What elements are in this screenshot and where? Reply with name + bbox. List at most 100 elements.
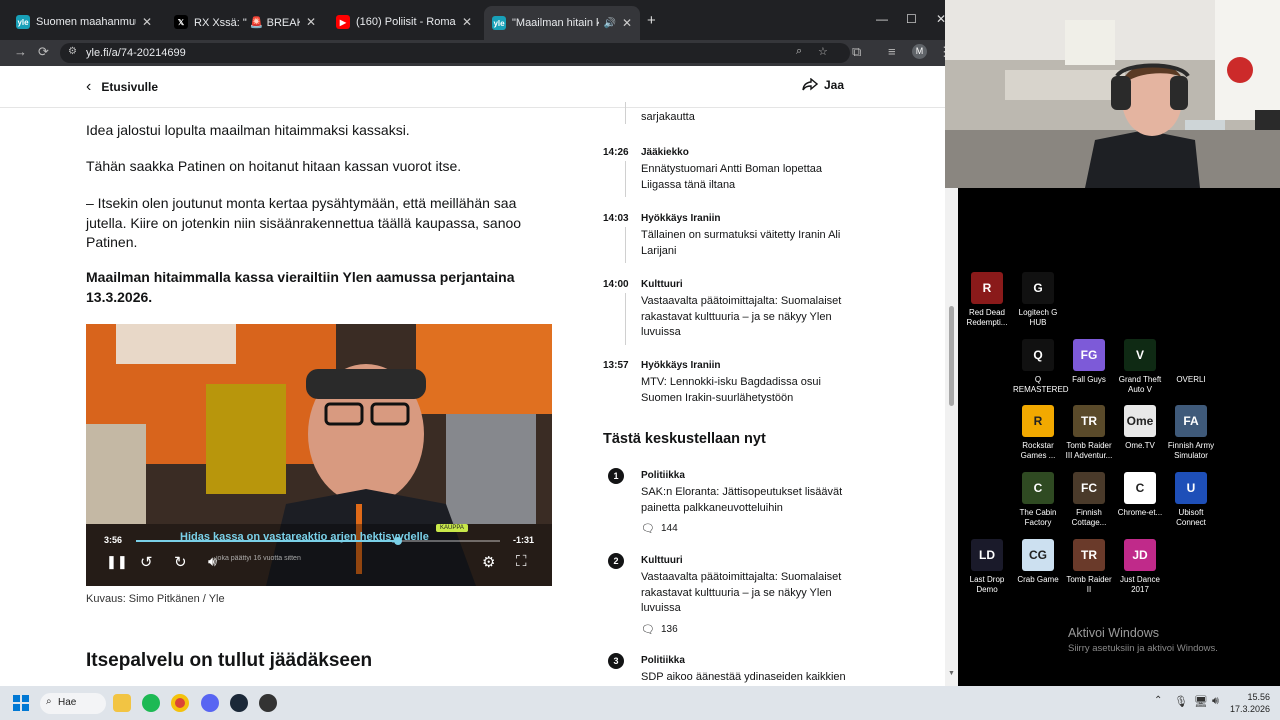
url-text: yle.fi/a/74-20214699	[86, 47, 186, 59]
minimize-icon[interactable]: —	[876, 12, 888, 26]
back-to-front-page-link[interactable]: ‹ Etusivulle	[86, 78, 158, 96]
feed-item[interactable]: 13:57 Hyökkäys Iraniin MTV: Lennokki-isk…	[603, 360, 853, 410]
desktop-shortcut[interactable]: G Logitech G HUB	[1013, 272, 1063, 328]
audio-playing-icon[interactable]: 🔊	[603, 18, 615, 29]
windows-start-icon[interactable]	[13, 695, 29, 711]
app-icon[interactable]	[259, 694, 277, 712]
app-shortcut-icon: Ome	[1124, 405, 1156, 437]
desktop-shortcut[interactable]: CG Crab Game	[1013, 539, 1063, 585]
comment-count: 🗨︎ 136	[641, 623, 678, 636]
desktop-shortcut[interactable]: Ome Ome.TV	[1115, 405, 1165, 451]
desktop-shortcut-label: Logitech G HUB	[1018, 308, 1058, 327]
profile-avatar[interactable]: M	[912, 44, 927, 59]
desktop-shortcut[interactable]: R Red Dead Redempti...	[962, 272, 1012, 328]
desktop-shortcut[interactable]: V Grand Theft Auto V	[1115, 339, 1165, 395]
discussion-item[interactable]: 1 Politiikka SAK:n Eloranta: Jättisopeut…	[603, 468, 853, 538]
feed-item-time: 13:57	[603, 360, 629, 371]
desktop-shortcut[interactable]: FC Finnish Cottage...	[1064, 472, 1114, 528]
discussion-item[interactable]: 2 Kulttuuri Vastaavalta päätoimittajalta…	[603, 553, 853, 643]
browser-tab[interactable]: 𝕏 RX Xssä: " 🚨 BREAKING: North ✕	[166, 8, 324, 36]
taskbar-date[interactable]: 17.3.2026	[1226, 704, 1270, 714]
volume-icon[interactable]: 🔊︎	[1212, 695, 1219, 708]
feed-item[interactable]: 14:00 Kulttuuri Vastaavalta päätoimittaj…	[603, 279, 853, 345]
yle-favicon-icon: yle	[16, 15, 30, 29]
discussion-category: Kulttuuri	[641, 555, 683, 566]
close-tab-icon[interactable]: ✕	[462, 15, 472, 29]
close-tab-icon[interactable]: ✕	[142, 15, 152, 29]
comment-icon: 🗨︎	[641, 624, 655, 636]
desktop-shortcut[interactable]: R Rockstar Games ...	[1013, 405, 1063, 461]
microphone-icon[interactable]: 🎙︎	[1174, 695, 1188, 708]
site-info-icon[interactable]: ⚙	[68, 46, 77, 57]
extensions-icon[interactable]: ⧉	[852, 44, 861, 60]
forward-10-button[interactable]: ↻	[174, 553, 187, 571]
desktop-shortcut[interactable]: Q Q REMASTERED	[1013, 339, 1069, 395]
close-tab-icon[interactable]: ✕	[306, 15, 316, 29]
desktop-shortcut[interactable]: TR Tomb Raider III Adventur...	[1064, 405, 1114, 461]
feed-item[interactable]: sarjakautta	[603, 102, 853, 124]
scrollbar-thumb[interactable]	[949, 306, 954, 406]
desktop-shortcut[interactable]: FA Finnish Army Simulator	[1166, 405, 1216, 461]
discussion-category: Politiikka	[641, 470, 685, 481]
volume-button[interactable]: 🔊︎	[208, 553, 217, 570]
browser-tab-active[interactable]: yle "Maailman hitain kassa" ha 🔊 ✕	[484, 6, 640, 40]
settings-gear-icon[interactable]: ⚙	[482, 553, 495, 571]
discussion-item[interactable]: 3 Politiikka SDP aikoo äänestää ydinasei…	[603, 653, 853, 686]
share-button[interactable]: Jaa	[802, 78, 844, 92]
pause-button[interactable]: ❚❚	[106, 554, 128, 570]
desktop-shortcut[interactable]: OVERLI	[1166, 339, 1216, 385]
forward-icon[interactable]: →	[14, 44, 27, 59]
feed-item-time: 14:00	[603, 279, 629, 290]
close-tab-icon[interactable]: ✕	[622, 16, 632, 30]
zoom-icon[interactable]: ⌕	[796, 45, 802, 58]
taskbar-time[interactable]: 15.56	[1236, 692, 1270, 702]
desktop-shortcut[interactable]: U Ubisoft Connect	[1166, 472, 1216, 528]
feed-item[interactable]: 14:26 Jääkiekko Ennätystuomari Antti Bom…	[603, 147, 853, 197]
browser-tab[interactable]: yle Suomen maahanmuutossa on t ✕	[8, 8, 160, 36]
browser-tab[interactable]: ▶ (160) Poliisit - Romanit näpistä ✕	[328, 8, 480, 36]
maximize-icon[interactable]: ☐	[906, 12, 917, 26]
new-tab-button[interactable]: +	[647, 12, 656, 29]
video-frame	[86, 324, 552, 586]
address-bar[interactable]: ⚙ yle.fi/a/74-20214699 ⌕ ☆	[60, 43, 850, 63]
tab-title: RX Xssä: " 🚨 BREAKING: North	[194, 16, 300, 29]
activate-windows-subtitle: Siirry asetuksiin ja aktivoi Windows.	[1068, 643, 1218, 654]
taskbar-search-box[interactable]: ⌕ Hae	[40, 693, 106, 714]
desktop-shortcut[interactable]: JD Just Dance 2017	[1115, 539, 1165, 595]
video-elapsed-time: 3:56	[104, 535, 123, 545]
bookmark-star-icon[interactable]: ☆	[818, 45, 828, 58]
app-shortcut-icon: U	[1175, 472, 1207, 504]
chevron-up-icon[interactable]: ⌃	[1154, 695, 1162, 706]
media-control-icon[interactable]: ≡	[888, 44, 896, 59]
back-label: Etusivulle	[101, 80, 159, 94]
spotify-icon[interactable]	[142, 694, 160, 712]
video-player[interactable]: Hidas kassa on vastareaktio arjen hektis…	[86, 324, 552, 586]
tab-title: "Maailman hitain kassa" ha	[512, 17, 600, 29]
feed-item-text: Ennätystuomari Antti Boman lopettaa Liig…	[641, 163, 822, 191]
chrome-icon[interactable]	[171, 694, 189, 712]
discussion-heading: Tästä keskustellaan nyt	[603, 431, 766, 447]
desktop-shortcut[interactable]: LD Last Drop Demo	[962, 539, 1012, 595]
desktop-shortcut[interactable]: TR Tomb Raider II	[1064, 539, 1114, 595]
desktop-shortcut[interactable]: C Chrome-et...	[1115, 472, 1165, 518]
app-shortcut-icon: R	[1022, 405, 1054, 437]
feed-item-time: 14:26	[603, 147, 629, 158]
desktop-shortcut[interactable]: FG Fall Guys	[1064, 339, 1114, 385]
desktop-shortcut-label: Red Dead Redempti...	[966, 308, 1008, 327]
comment-count-value: 136	[660, 624, 678, 635]
feed-item[interactable]: 14:03 Hyökkäys Iraniin Tällainen on surm…	[603, 213, 853, 263]
steam-icon[interactable]	[230, 694, 248, 712]
desktop-shortcut-label: Chrome-et...	[1117, 508, 1163, 517]
discord-icon[interactable]	[201, 694, 219, 712]
fullscreen-icon[interactable]: ⛶	[516, 553, 527, 570]
network-icon[interactable]: 🖥︎	[1194, 695, 1208, 708]
rewind-10-button[interactable]: ↺	[140, 553, 153, 571]
app-shortcut-icon: JD	[1124, 539, 1156, 571]
file-explorer-icon[interactable]	[113, 694, 131, 712]
video-progress-track[interactable]	[136, 537, 500, 545]
scroll-down-arrow-icon[interactable]: ▼	[948, 670, 955, 677]
video-progress-fill	[136, 540, 399, 542]
desktop-shortcut[interactable]: C The Cabin Factory	[1013, 472, 1063, 528]
reload-icon[interactable]: ⟳	[38, 44, 49, 60]
discussion-text: Vastaavalta päätoimittajalta: Suomalaise…	[641, 571, 842, 614]
